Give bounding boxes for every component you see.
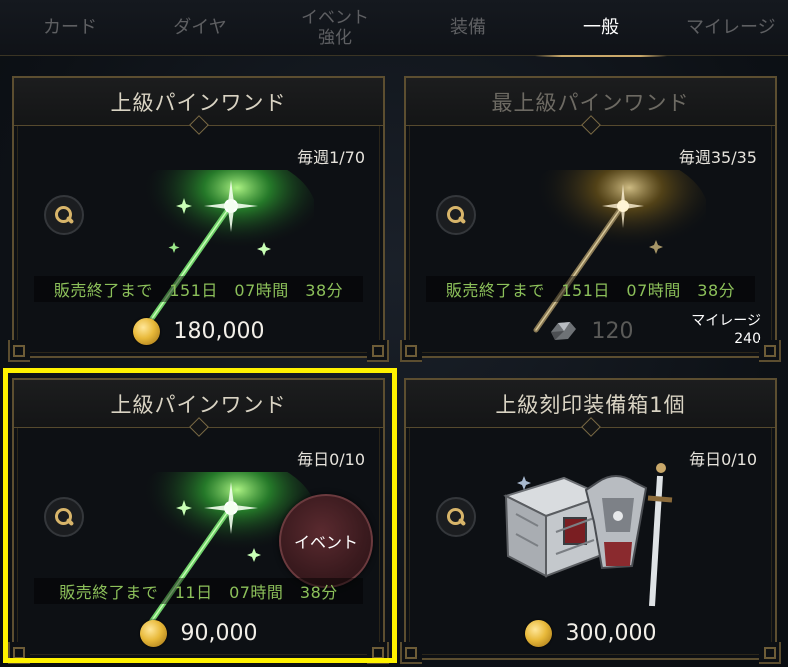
preview-button[interactable] [436, 195, 476, 235]
price-value: 90,000 [180, 620, 258, 646]
magnifier-icon [53, 204, 75, 226]
crystal-icon [550, 322, 576, 340]
preview-button[interactable] [44, 497, 84, 537]
green-wand-image [127, 170, 314, 333]
tab-event-enhance[interactable]: イベント 強化 [270, 0, 400, 56]
tab-general[interactable]: 一般 [535, 0, 667, 57]
sale-timer: 販売終了まで 151日 07時間 38分 [426, 276, 755, 302]
coin-icon [139, 619, 167, 647]
corner-ornament [367, 642, 389, 664]
gold-wand-image [519, 170, 706, 333]
preview-button[interactable] [44, 195, 84, 235]
tab-bar: カード ダイヤ イベント 強化 装備 一般 マイレージ [0, 0, 788, 57]
price-row: 300,000 [406, 618, 775, 648]
purchase-limit: 毎日0/10 [689, 450, 757, 469]
price-row: 90,000 [14, 618, 383, 648]
sale-timer: 販売終了まで 151日 07時間 38分 [34, 276, 363, 302]
price-value: 300,000 [565, 620, 657, 646]
shop-item-card[interactable]: 上級刻印装備箱1個 毎日0/10 300,000 [400, 378, 781, 664]
corner-ornament [8, 642, 30, 664]
magnifier-icon [445, 506, 467, 528]
equipment-chest-image [503, 463, 673, 607]
purchase-limit: 毎週35/35 [678, 148, 757, 167]
tab-diamond[interactable]: ダイヤ [140, 0, 260, 56]
corner-ornament [400, 642, 422, 664]
purchase-limit: 毎週1/70 [297, 148, 365, 167]
mileage-label: マイレージ [691, 313, 761, 329]
tab-mileage[interactable]: マイレージ [676, 0, 788, 56]
shop-item-card[interactable]: 上級パインワンド 毎日0/10 イベント 販売終了まで 11日 07時間 38分… [8, 378, 389, 664]
price-row: 180,000 [14, 316, 383, 346]
shop-item-card[interactable]: 上級パインワンド 毎週1/70 販売終了まで 151日 07時間 38分 180… [8, 76, 389, 362]
coin-icon [132, 317, 160, 345]
magnifier-icon [445, 204, 467, 226]
mileage-info: マイレージ 240 [691, 312, 761, 348]
preview-button[interactable] [436, 497, 476, 537]
shop-item-card[interactable]: 最上級パインワンド 毎週35/35 販売終了まで 151日 07時間 38分 1… [400, 76, 781, 362]
price-value: 180,000 [173, 318, 265, 344]
tab-card[interactable]: カード [10, 0, 130, 56]
corner-ornament [8, 340, 30, 362]
corner-ornament [759, 340, 781, 362]
price-value: 120 [591, 318, 634, 344]
corner-ornament [400, 340, 422, 362]
event-badge: イベント [279, 494, 373, 588]
corner-ornament [367, 340, 389, 362]
coin-icon [524, 619, 552, 647]
purchase-limit: 毎日0/10 [297, 450, 365, 469]
sale-timer: 販売終了まで 11日 07時間 38分 [34, 578, 363, 604]
mileage-value: 240 [734, 331, 761, 347]
tab-equipment[interactable]: 装備 [408, 0, 528, 56]
corner-ornament [759, 642, 781, 664]
magnifier-icon [53, 506, 75, 528]
